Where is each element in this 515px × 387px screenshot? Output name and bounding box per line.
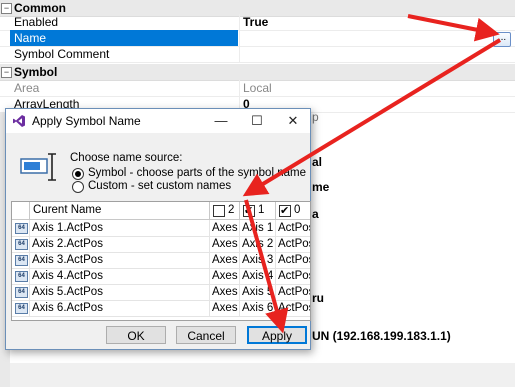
apply-button[interactable]: Apply xyxy=(247,326,307,344)
variable-icon: 64 xyxy=(15,303,28,314)
property-row-name[interactable]: Name xyxy=(0,30,515,47)
row-icon-cell: 64 xyxy=(12,236,30,252)
radio-label: Custom - set custom names xyxy=(88,180,232,192)
name-part-cell: Axis 6 xyxy=(240,300,276,316)
header-level-0[interactable]: 0 xyxy=(276,202,310,220)
ellipsis-button[interactable]: ... xyxy=(493,32,511,47)
property-value[interactable]: True xyxy=(243,14,268,30)
background-text: me xyxy=(312,180,330,194)
name-part-cell: Axis 5 xyxy=(240,284,276,300)
checkbox-level-0[interactable] xyxy=(279,203,291,220)
column-divider xyxy=(239,46,240,62)
collapse-icon[interactable]: − xyxy=(1,3,12,14)
apply-symbol-name-dialog: Apply Symbol Name — ☐ ✕ Choose name sour… xyxy=(5,108,311,350)
choose-source-label: Choose name source: xyxy=(70,152,183,164)
checkbox-level-1[interactable] xyxy=(243,203,255,220)
row-icon-cell: 64 xyxy=(12,268,30,284)
property-row-enabled[interactable]: Enabled True xyxy=(0,14,515,31)
table-row[interactable]: 64Axis 2.ActPosAxesAxis 2ActPos xyxy=(12,236,310,253)
header-label: 1 xyxy=(258,204,265,216)
current-name-cell: Axis 4.ActPos xyxy=(30,268,210,284)
header-level-1[interactable]: 1 xyxy=(240,202,276,220)
name-part-cell: ActPos xyxy=(278,222,310,234)
variable-icon: 64 xyxy=(15,255,28,266)
property-key: Enabled xyxy=(14,15,59,29)
name-part-cell: Axes xyxy=(210,252,240,268)
background-text: p xyxy=(312,110,319,124)
table-row[interactable]: 64Axis 3.ActPosAxesAxis 3ActPos xyxy=(12,252,310,269)
header-level-2[interactable]: 2 xyxy=(210,202,240,219)
dialog-title: Apply Symbol Name xyxy=(32,114,141,128)
current-name-cell: Axis 3.ActPos xyxy=(30,252,210,268)
variable-icon: 64 xyxy=(15,223,28,234)
current-name-cell: Axis 6.ActPos xyxy=(30,300,210,316)
checkbox-level-2[interactable] xyxy=(213,205,225,217)
column-divider xyxy=(239,14,240,30)
name-part-cell: Axis 2 xyxy=(240,236,276,252)
variable-icon: 64 xyxy=(15,239,28,250)
name-part-cell: Axis 3 xyxy=(240,252,276,268)
background-text: ru xyxy=(312,291,324,305)
background-text: UN (192.168.199.183.1.1) xyxy=(312,329,451,343)
close-button[interactable]: ✕ xyxy=(278,109,308,133)
name-part-cell: ActPos xyxy=(278,254,310,266)
table-row[interactable]: 64Axis 4.ActPosAxesAxis 4ActPos xyxy=(12,268,310,285)
column-divider xyxy=(239,80,240,96)
table-row[interactable]: 64Axis 1.ActPosAxesAxis 1ActPos xyxy=(12,220,310,237)
property-key: Area xyxy=(14,81,40,95)
ok-button[interactable]: OK xyxy=(106,326,166,344)
radio-button[interactable] xyxy=(72,181,84,193)
header-label: 2 xyxy=(228,204,235,216)
name-part-cell: Axes xyxy=(210,284,240,300)
header-icon-column xyxy=(12,202,30,219)
symbol-name-table: Curent Name 2 1 0 64Axis 1.ActPosAxesAxi… xyxy=(11,201,311,321)
row-icon-cell: 64 xyxy=(12,284,30,300)
background-text: a xyxy=(312,207,319,221)
header-current-name[interactable]: Curent Name xyxy=(30,202,210,219)
current-name-cell: Axis 2.ActPos xyxy=(30,236,210,252)
table-row[interactable]: 64Axis 5.ActPosAxesAxis 5ActPos xyxy=(12,284,310,301)
name-part-cell: Axes xyxy=(210,268,240,284)
name-part-cell: ActPos xyxy=(278,302,310,314)
category-symbol[interactable]: − Symbol xyxy=(0,64,515,81)
row-icon-cell: 64 xyxy=(12,252,30,268)
cancel-button[interactable]: Cancel xyxy=(176,326,236,344)
collapse-icon[interactable]: − xyxy=(1,67,12,78)
property-key: Symbol Comment xyxy=(14,47,110,61)
name-part-cell: Axes xyxy=(210,220,240,236)
visual-studio-icon xyxy=(13,115,25,127)
name-part-cell: Axes xyxy=(210,300,240,316)
row-icon-cell: 64 xyxy=(12,220,30,236)
radio-symbol[interactable]: Symbol - choose parts of the symbol name xyxy=(70,167,306,180)
property-row-area[interactable]: Area Local xyxy=(0,80,515,97)
property-row-symbol-comment[interactable]: Symbol Comment xyxy=(0,46,515,63)
current-name-cell: Axis 5.ActPos xyxy=(30,284,210,300)
radio-button[interactable] xyxy=(72,168,84,180)
property-value[interactable]: Local xyxy=(243,80,272,96)
name-part-cell: ActPos xyxy=(278,238,310,250)
maximize-button[interactable]: ☐ xyxy=(242,109,272,133)
header-label: 0 xyxy=(294,204,301,216)
table-row[interactable]: 64Axis 6.ActPosAxesAxis 6ActPos xyxy=(12,300,310,317)
dialog-titlebar[interactable]: Apply Symbol Name — ☐ ✕ xyxy=(6,109,310,133)
name-part-cell: ActPos xyxy=(278,286,310,298)
variable-icon: 64 xyxy=(15,271,28,282)
row-icon-cell: 64 xyxy=(12,300,30,316)
minimize-button[interactable]: — xyxy=(206,109,236,133)
name-part-cell: ActPos xyxy=(278,270,310,282)
variable-icon: 64 xyxy=(15,287,28,298)
column-divider xyxy=(239,30,240,46)
category-label: Symbol xyxy=(14,65,58,79)
table-header: Curent Name 2 1 0 xyxy=(12,202,310,220)
current-name-cell: Axis 1.ActPos xyxy=(30,220,210,236)
radio-custom[interactable]: Custom - set custom names xyxy=(70,180,300,193)
name-part-cell: Axis 4 xyxy=(240,268,276,284)
rename-icon xyxy=(20,153,56,181)
radio-label: Symbol - choose parts of the symbol name xyxy=(88,167,306,179)
property-key: Name xyxy=(10,30,238,46)
background-text: al xyxy=(312,155,323,169)
name-part-cell: Axis 1 xyxy=(240,220,276,236)
name-part-cell: Axes xyxy=(210,236,240,252)
